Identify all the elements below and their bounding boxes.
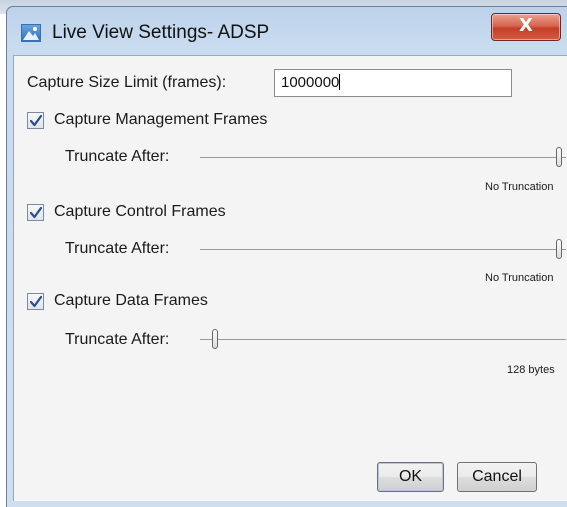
truncate-management-slider-track[interactable] [200, 157, 566, 158]
window-title: Live View Settings- ADSP [52, 22, 270, 43]
truncate-management-value: No Truncation [485, 181, 554, 193]
truncate-control-slider-track[interactable] [200, 249, 566, 250]
close-icon: X [519, 15, 533, 36]
capture-data-label: Capture Data Frames [54, 292, 208, 309]
checkmark-icon [29, 114, 43, 127]
text-caret [339, 74, 341, 90]
checkmark-icon [29, 206, 43, 219]
truncate-control-label: Truncate After: [65, 240, 170, 257]
capture-size-value: 1000000 [281, 74, 340, 91]
image-icon [21, 24, 41, 42]
ok-button[interactable]: OK [377, 462, 444, 492]
close-button[interactable]: X [491, 13, 561, 41]
truncate-data-value: 128 bytes [507, 364, 555, 376]
cancel-button[interactable]: Cancel [457, 462, 537, 492]
truncate-management-label: Truncate After: [65, 148, 170, 165]
truncate-management-slider-thumb[interactable] [556, 147, 562, 167]
truncate-data-slider-thumb[interactable] [212, 329, 218, 349]
capture-size-input[interactable]: 1000000 [274, 69, 512, 97]
dialog-body: Capture Size Limit (frames): 1000000 Cap… [13, 55, 567, 501]
capture-control-checkbox[interactable] [27, 204, 44, 221]
checkmark-icon [29, 295, 43, 308]
truncate-data-slider-track[interactable] [200, 339, 566, 340]
truncate-data-label: Truncate After: [65, 331, 170, 348]
capture-data-checkbox[interactable] [27, 293, 44, 310]
title-bar[interactable]: Live View Settings- ADSP X [7, 7, 567, 57]
capture-control-label: Capture Control Frames [54, 203, 226, 220]
capture-size-label: Capture Size Limit (frames): [27, 74, 227, 91]
capture-management-checkbox[interactable] [27, 112, 44, 129]
truncate-control-value: No Truncation [485, 272, 554, 284]
truncate-control-slider-thumb[interactable] [556, 239, 562, 259]
capture-management-label: Capture Management Frames [54, 111, 268, 128]
